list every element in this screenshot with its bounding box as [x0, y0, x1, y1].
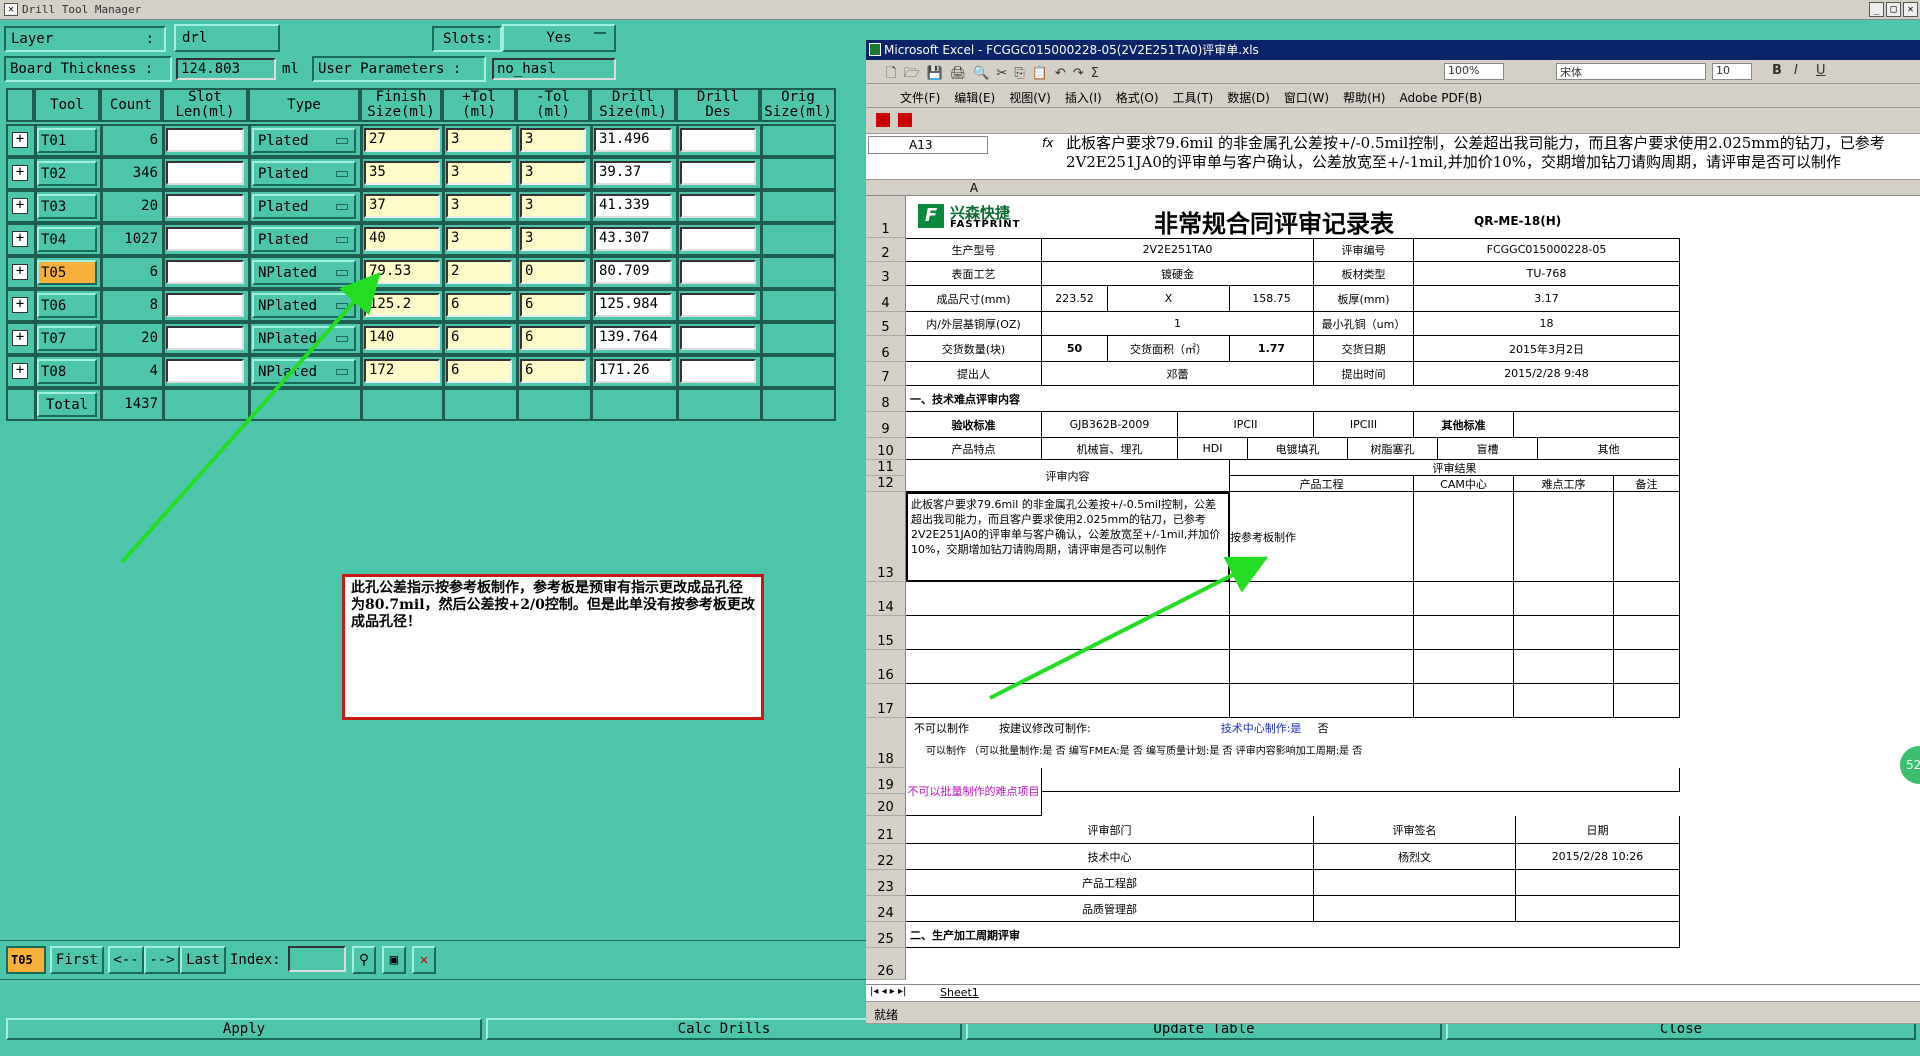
annotation-arrows [120, 272, 1269, 700]
arrow-right [989, 556, 1269, 700]
arrow-left [120, 272, 381, 564]
